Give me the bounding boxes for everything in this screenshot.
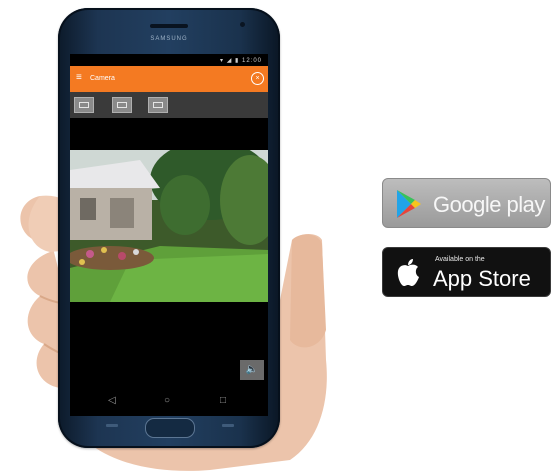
front-camera [240, 22, 245, 27]
menu-icon[interactable]: ≡ [76, 73, 86, 83]
back-icon[interactable]: ◁ [108, 396, 116, 406]
app-title: Camera [90, 75, 115, 82]
record-icon [117, 102, 127, 108]
status-icons: ▾ ◢ ▮ 12:00 [220, 58, 262, 64]
android-nav-bar: ◁ ○ □ [70, 388, 268, 416]
recent-key [106, 424, 118, 427]
apple-icon [397, 259, 419, 286]
app-store-caption: Available on the [435, 256, 485, 263]
smartphone: SAMSUNG ▾ ◢ ▮ 12:00 ≡ Camera × 🔈 ◁ ○ □ [58, 8, 280, 448]
home-icon[interactable]: ○ [164, 396, 170, 406]
status-bar: ▾ ◢ ▮ 12:00 [70, 54, 268, 66]
fullscreen-button[interactable] [148, 97, 168, 113]
phone-brand: SAMSUNG [150, 36, 188, 42]
garden-scene-image [70, 150, 268, 302]
snapshot-button[interactable] [74, 97, 94, 113]
app-store-badge[interactable]: Available on the App Store [382, 247, 551, 297]
app-store-label: App Store [433, 266, 531, 291]
record-button[interactable] [112, 97, 132, 113]
phone-screen: ▾ ◢ ▮ 12:00 ≡ Camera × 🔈 ◁ ○ □ [70, 54, 268, 416]
google-play-label: Google play [433, 192, 545, 217]
recent-apps-icon[interactable]: □ [220, 396, 226, 406]
snapshot-icon [79, 102, 89, 108]
live-video-feed[interactable] [70, 150, 268, 302]
google-play-icon [397, 190, 421, 218]
camera-toolbar [70, 92, 268, 118]
speaker-muted-icon[interactable]: 🔈 [240, 360, 264, 380]
close-icon[interactable]: × [251, 72, 264, 85]
google-play-badge[interactable]: Google play [382, 178, 551, 228]
app-bar: ≡ Camera × [70, 66, 268, 92]
fullscreen-icon [153, 102, 163, 108]
home-button[interactable] [145, 418, 195, 438]
earpiece-speaker [150, 24, 188, 28]
back-key [222, 424, 234, 427]
